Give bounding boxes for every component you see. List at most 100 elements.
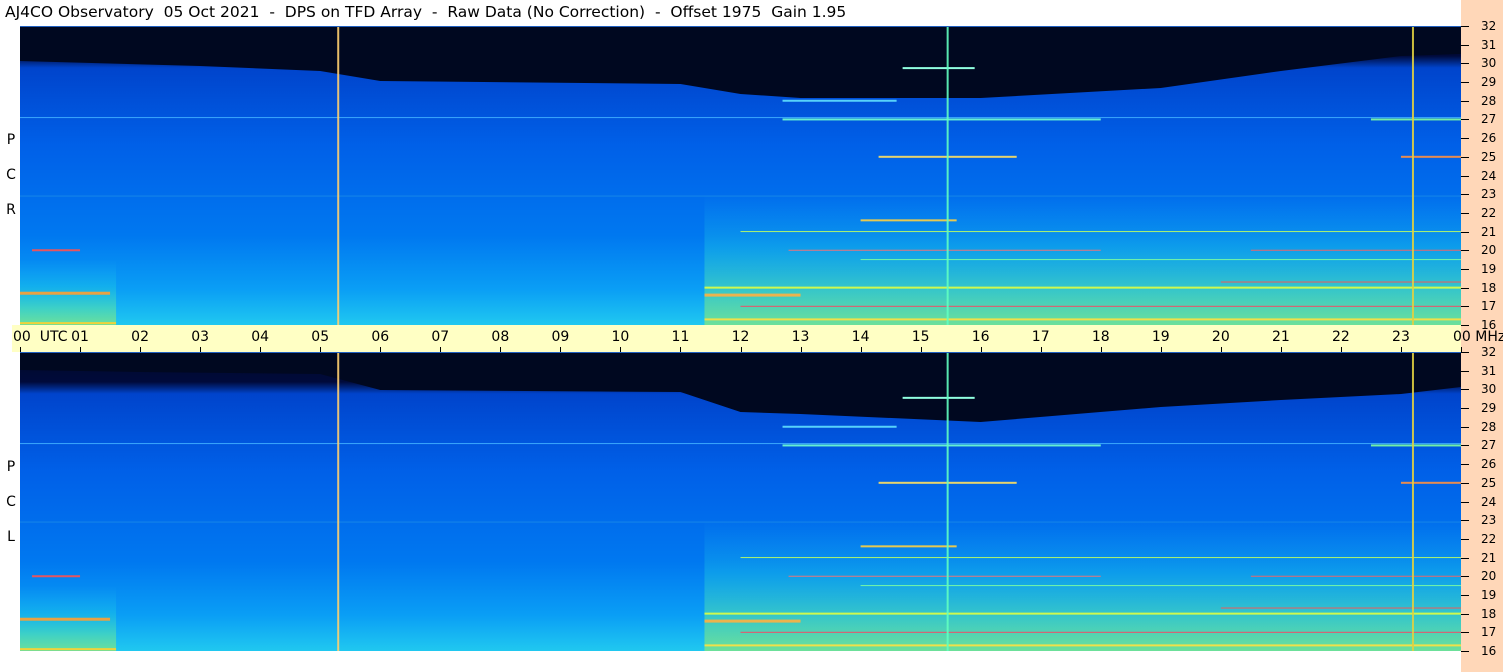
panel-top-edge [20,352,1461,353]
spectrogram-figure: AJ4CO Observatory 05 Oct 2021 - DPS on T… [0,0,1503,672]
freq-tick-label: 24 [1481,168,1497,183]
rfi-band-12 [704,293,801,297]
freq-tick-label: 21 [1481,550,1497,565]
utc-tick-label: 15 [911,329,930,345]
freq-tick-label: 23 [1481,187,1497,202]
freq-tick-mark [1461,194,1469,196]
freq-tick-mark [1461,250,1469,252]
rcp-label-c: C [6,167,16,183]
rfi-band-15 [704,644,1461,647]
rfi-band-6 [860,219,957,222]
rfi-band-5 [1400,155,1461,158]
vertical-event-2 [1411,352,1414,651]
freq-tick-label: 24 [1481,494,1497,509]
utc-tick-label: 16 [971,329,990,345]
freq-tick-mark [1461,306,1469,308]
freq-tick-label: 22 [1481,205,1497,220]
utc-tick-label: 21 [1271,329,1290,345]
rfi-band-0 [20,117,1461,119]
freq-tick-mark [1461,482,1469,484]
utc-tick-label: 01 [71,329,89,345]
freq-tick-mark [1461,352,1469,353]
figure-title: AJ4CO Observatory 05 Oct 2021 - DPS on T… [5,3,847,21]
freq-tick-label: 32 [1481,19,1497,33]
freq-tick-label: 17 [1481,299,1497,314]
freq-tick-mark [1461,557,1469,559]
freq-tick-mark [1461,464,1469,466]
rfi-band-8 [32,575,81,578]
rfi-band-9 [788,575,1101,577]
freq-tick-label: 30 [1481,56,1497,71]
rfi-band-top [902,67,975,70]
utc-tick-label: 02 [131,329,149,345]
freq-tick-mark [1461,119,1469,121]
freq-tick-mark [1461,231,1469,233]
freq-tick-label: 28 [1481,419,1497,434]
freq-tick-label: 31 [1481,363,1497,378]
rfi-band-0 [20,443,1461,445]
freq-tick-label: 29 [1481,75,1497,90]
freq-tick-label: 20 [1481,243,1497,258]
lcp-spectrogram [20,352,1461,651]
freq-tick-label: 17 [1481,625,1497,640]
rfi-band-14 [740,305,1461,307]
freq-tick-mark [1461,389,1469,391]
utc-tick-label: 04 [251,329,270,345]
rfi-band-16 [20,648,117,651]
freq-tick-label: 25 [1481,149,1497,164]
rfi-band-7 [740,231,1461,233]
utc-tick-label: 19 [1151,329,1170,345]
freq-tick-mark [1461,426,1469,428]
lcp-label-l: L [7,529,15,545]
rfi-band-18 [860,259,1461,261]
utc-tick-label: 00 MHz [1453,329,1503,345]
freq-tick-mark [1461,613,1469,615]
freq-tick-label: 20 [1481,569,1497,584]
freq-tick-mark [1461,268,1469,270]
rfi-band-10 [1250,249,1461,251]
utc-tick-label: 07 [431,329,450,345]
vertical-event-1 [946,352,949,651]
rfi-band-9 [788,249,1101,251]
utc-tick-label: 08 [491,329,510,345]
freq-tick-mark [1461,156,1469,158]
vertical-event-0 [337,26,340,325]
utc-tick-label: 23 [1392,329,1410,345]
lcp-label-p: P [6,459,16,475]
utc-tick-label: 00 UTC [13,329,68,345]
rfi-band-17 [1220,607,1461,609]
freq-tick-mark [1461,44,1469,46]
freq-tick-mark [1461,370,1469,372]
freq-tick-label: 27 [1481,438,1497,453]
freq-tick-label: 18 [1481,606,1497,621]
rfi-band-18 [860,585,1461,587]
freq-tick-label: 23 [1481,513,1497,528]
freq-tick-mark [1461,576,1469,578]
utc-tick-label: 14 [851,329,870,345]
freq-tick-mark [1461,408,1469,410]
lcp-label-c: C [6,494,16,510]
rcp-spectrogram [20,26,1461,325]
rfi-band-2 [782,99,897,102]
freq-tick-mark [1461,63,1469,65]
freq-tick-mark [1461,538,1469,540]
freq-tick-mark [1461,26,1469,27]
utc-tick-label: 10 [611,329,630,345]
rfi-band-16 [20,322,117,325]
freq-tick-mark [1461,100,1469,102]
rfi-band-11 [704,286,1461,289]
freq-tick-mark [1461,520,1469,522]
rfi-band-19 [20,521,1461,523]
rfi-band-2 [782,425,897,428]
freq-tick-label: 25 [1481,475,1497,490]
utc-tick-label: 18 [1091,329,1110,345]
rfi-band-13 [20,291,111,295]
freq-tick-mark [1461,212,1469,214]
rcp-label-r: R [6,202,16,218]
rfi-band-19 [20,195,1461,197]
utc-tick-label: 11 [671,329,690,345]
utc-tick-label: 13 [791,329,810,345]
rfi-band-3 [1370,444,1461,447]
freq-tick-label: 18 [1481,280,1497,295]
utc-tick-label: 09 [551,329,570,345]
